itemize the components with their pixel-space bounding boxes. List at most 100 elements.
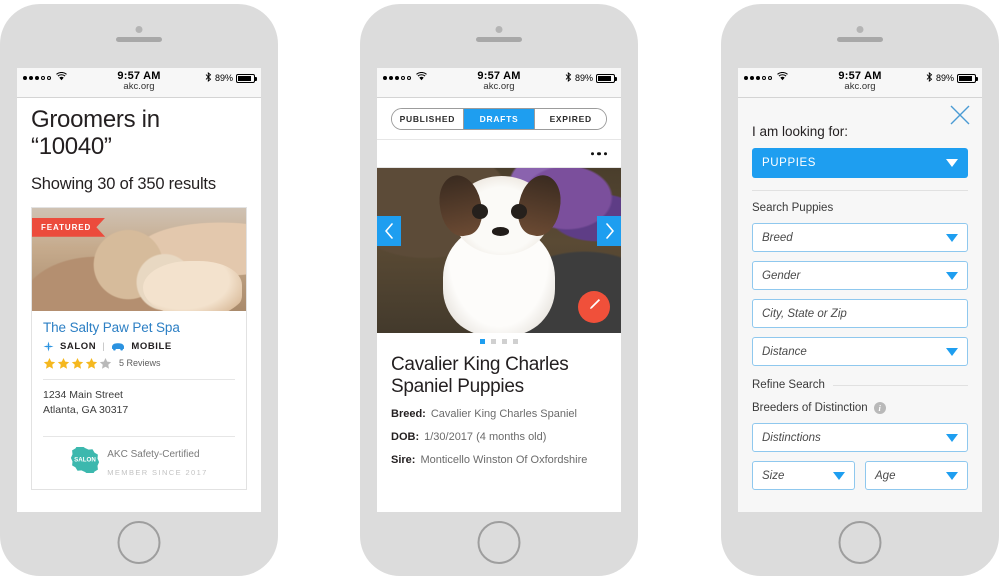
battery-percent: 89% — [214, 73, 233, 83]
looking-for-label: I am looking for: — [752, 124, 849, 139]
star-icon — [85, 357, 98, 369]
battery-percent: 89% — [574, 73, 593, 83]
mobile-car-icon — [111, 342, 125, 351]
tab-expired[interactable]: EXPIRED — [535, 109, 606, 129]
battery-percent: 89% — [935, 73, 954, 83]
battery-icon — [236, 73, 257, 83]
review-count[interactable]: 5 Reviews — [119, 358, 161, 368]
breeders-of-distinction-label: Breeders of Distinction — [752, 402, 868, 414]
featured-badge: FEATURED — [32, 217, 106, 237]
badge-subtitle: MEMBER SINCE 2017 — [107, 468, 208, 478]
listing-toolbar — [377, 140, 621, 168]
detail-label: Sire: — [391, 454, 416, 467]
carousel-next-button[interactable] — [597, 215, 621, 246]
chevron-down-icon — [946, 271, 958, 280]
business-address: 1234 Main Street Atlanta, GA 30317 — [43, 380, 235, 427]
detail-value: 1/30/2017 (4 months old) — [424, 431, 547, 444]
page-title-line1: Groomers in — [31, 106, 160, 133]
star-icon-empty — [99, 357, 112, 369]
distance-placeholder: Distance — [762, 345, 807, 358]
groomer-photo: FEATURED — [32, 207, 246, 311]
breed-select[interactable]: Breed — [752, 223, 968, 252]
home-button[interactable] — [838, 521, 882, 564]
carousel-dot[interactable] — [502, 339, 507, 344]
carousel-dot[interactable] — [513, 339, 518, 344]
carousel-dot[interactable] — [491, 339, 496, 344]
status-bar: 9:57 AM akc.org 89% — [17, 68, 261, 98]
distinctions-select[interactable]: Distinctions — [752, 423, 968, 452]
distance-select[interactable]: Distance — [752, 337, 968, 366]
earpiece-speaker — [476, 37, 522, 42]
detail-row-breed: Breed: Cavalier King Charles Spaniel — [377, 408, 621, 421]
carousel-dot[interactable] — [480, 339, 485, 344]
location-placeholder: City, State or Zip — [762, 307, 847, 320]
page-title: Groomers in “10040” — [31, 106, 247, 161]
listing-title: Cavalier King Charles Spaniel Puppies — [391, 354, 569, 398]
bluetooth-icon — [926, 72, 933, 84]
address-line2: Atlanta, GA 30317 — [43, 403, 129, 416]
refine-search-header: Refine Search — [752, 379, 968, 391]
service-tags: SALON | MOBILE — [43, 341, 235, 352]
chevron-down-icon — [946, 347, 958, 356]
age-select[interactable]: Age — [865, 461, 968, 490]
home-button[interactable] — [477, 521, 521, 564]
search-filter-panel: I am looking for: PUPPIES Search Puppies… — [738, 98, 982, 512]
refine-search-label: Refine Search — [752, 379, 825, 391]
detail-label: Breed: — [391, 408, 426, 421]
tab-drafts[interactable]: DRAFTS — [463, 109, 536, 129]
detail-row-sire: Sire: Monticello Winston Of Oxfordshire — [377, 454, 621, 467]
listing-status-tabbar: PUBLISHED DRAFTS EXPIRED — [377, 98, 621, 140]
detail-value: Monticello Winston Of Oxfordshire — [420, 454, 588, 467]
phone2-screen: 9:57 AM akc.org 89% PUBLISHED DRAFTS EXP… — [377, 68, 621, 512]
chevron-down-icon — [946, 471, 958, 480]
divider — [832, 384, 968, 386]
tab-published[interactable]: PUBLISHED — [392, 109, 464, 129]
badge-title: AKC Safety-Certified — [107, 449, 200, 461]
star-icon — [71, 357, 84, 369]
close-icon[interactable] — [949, 104, 971, 126]
phone-mockup-2: 9:57 AM akc.org 89% PUBLISHED DRAFTS EXP… — [360, 4, 638, 576]
earpiece-speaker — [116, 37, 162, 42]
bluetooth-icon — [205, 72, 212, 84]
gender-placeholder: Gender — [762, 269, 801, 282]
bluetooth-icon — [565, 72, 572, 84]
breeders-of-distinction-row: Breeders of Distinction i — [752, 402, 968, 414]
status-bar: 9:57 AM akc.org 89% — [738, 68, 982, 98]
looking-for-select[interactable]: PUPPIES — [752, 148, 968, 178]
info-icon[interactable]: i — [873, 402, 886, 414]
star-icon — [43, 357, 56, 369]
rating-stars: 5 Reviews — [43, 357, 235, 370]
edit-listing-button[interactable] — [578, 291, 610, 323]
battery-icon — [957, 73, 978, 83]
carousel-page-indicator — [377, 333, 621, 348]
status-bar-right: 89% — [565, 72, 617, 84]
size-select[interactable]: Size — [752, 461, 855, 490]
front-camera-icon — [856, 26, 864, 33]
business-name-link[interactable]: The Salty Paw Pet Spa — [43, 320, 235, 335]
phone-mockup-3: 9:57 AM akc.org 89% I am looking for: PU… — [721, 4, 999, 576]
phone1-header: Groomers in “10040” Showing 30 of 350 re… — [17, 98, 261, 194]
breed-placeholder: Breed — [762, 231, 793, 244]
star-icon — [57, 357, 70, 369]
status-bar-right: 89% — [205, 72, 257, 84]
phone1-screen: 9:57 AM akc.org 89% Groomers in “10040” — [17, 68, 261, 512]
groomer-result-card[interactable]: FEATURED The Salty Paw Pet Spa SALON | M… — [31, 206, 247, 491]
salon-label: SALON — [60, 340, 97, 352]
front-camera-icon — [135, 26, 143, 33]
earpiece-speaker — [837, 37, 883, 42]
carousel-prev-button[interactable] — [377, 215, 401, 246]
phone1-content: Groomers in “10040” Showing 30 of 350 re… — [17, 98, 261, 512]
akc-certification-badge: SALON AKC Safety-Certified MEMBER SINCE … — [43, 437, 235, 489]
puppy-nose — [491, 227, 509, 236]
overflow-menu-icon[interactable] — [590, 151, 607, 156]
badge-text: AKC Safety-Certified MEMBER SINCE 2017 — [107, 444, 208, 480]
home-button[interactable] — [117, 521, 161, 564]
phone-mockup-1: 9:57 AM akc.org 89% Groomers in “10040” — [0, 4, 278, 576]
segmented-control: PUBLISHED DRAFTS EXPIRED — [391, 108, 607, 130]
gender-select[interactable]: Gender — [752, 261, 968, 290]
page-title-line2: “10040” — [31, 133, 112, 161]
search-section-label: Search Puppies — [752, 202, 834, 214]
front-camera-icon — [495, 26, 503, 33]
location-input[interactable]: City, State or Zip — [752, 299, 968, 328]
puppy-photo-carousel — [377, 168, 621, 333]
